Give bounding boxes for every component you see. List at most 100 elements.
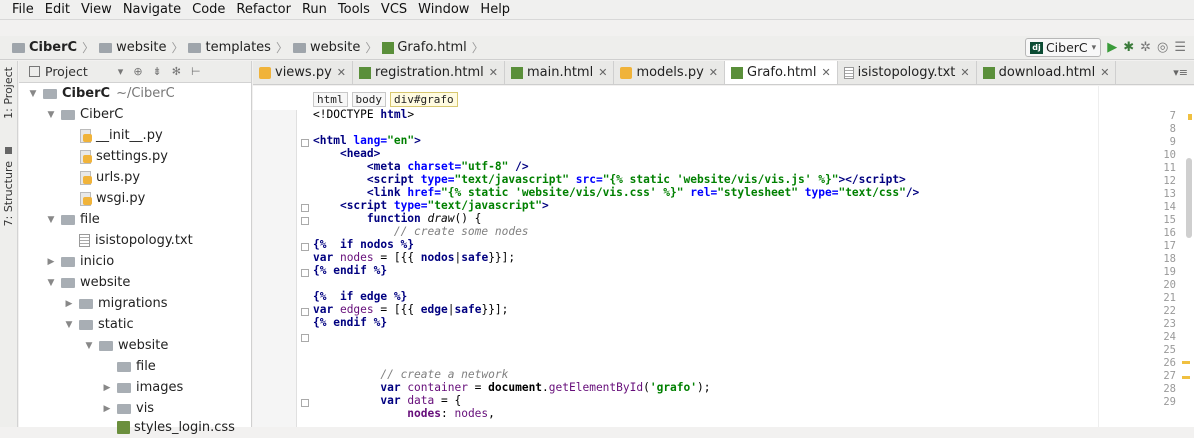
expand-arrow-icon[interactable]: ▼: [63, 320, 75, 330]
tree-item-urls[interactable]: urls.py: [79, 167, 140, 188]
tab-grafo-html[interactable]: Grafo.html ✕: [725, 61, 838, 84]
expand-arrow-icon[interactable]: ▼: [45, 278, 57, 288]
project-tool-tab[interactable]: 1: Project: [2, 67, 15, 119]
tree-item-settings[interactable]: settings.py: [79, 146, 168, 167]
folder-icon: [188, 42, 202, 53]
tree-item-static-file[interactable]: file: [117, 356, 156, 377]
folder-icon: [61, 214, 75, 225]
tree-item-images[interactable]: ▶ images: [101, 377, 184, 398]
tab-isistopology-txt[interactable]: isistopology.txt ✕: [838, 61, 977, 84]
menu-run[interactable]: Run: [302, 2, 327, 17]
collapsed-arrow-icon[interactable]: ▶: [45, 257, 57, 267]
collapse-all-icon[interactable]: ⇟: [153, 65, 162, 78]
tree-item-isistopology[interactable]: isistopology.txt: [79, 230, 193, 251]
fold-marker-icon[interactable]: [301, 204, 309, 212]
fold-marker-icon[interactable]: [301, 139, 309, 147]
warning-marker[interactable]: [1182, 376, 1190, 379]
concurrency-icon[interactable]: ☰: [1174, 40, 1186, 55]
vertical-scrollbar[interactable]: [1186, 158, 1192, 238]
nav-crumb-project[interactable]: CiberC: [12, 40, 77, 55]
expand-arrow-icon[interactable]: ▼: [45, 215, 57, 225]
nav-crumb-templates[interactable]: templates: [188, 40, 271, 55]
warning-marker[interactable]: [1188, 114, 1192, 120]
menu-vcs[interactable]: VCS: [381, 2, 407, 17]
folder-icon: [79, 298, 93, 309]
menu-navigate[interactable]: Navigate: [123, 2, 181, 17]
tree-item-label: isistopology.txt: [95, 233, 193, 248]
close-icon[interactable]: ✕: [1100, 66, 1109, 79]
close-icon[interactable]: ✕: [709, 66, 718, 79]
close-icon[interactable]: ✕: [489, 66, 498, 79]
fold-marker-icon[interactable]: [301, 308, 309, 316]
menu-window[interactable]: Window: [418, 2, 469, 17]
tree-item-vis[interactable]: ▶ vis: [101, 398, 155, 419]
fold-marker-icon[interactable]: [301, 217, 309, 225]
chevron-down-icon: ▾: [1091, 42, 1097, 53]
folder-icon: [99, 42, 113, 53]
coverage-icon[interactable]: ✲: [1140, 40, 1151, 55]
close-icon[interactable]: ✕: [598, 66, 607, 79]
close-icon[interactable]: ✕: [337, 66, 346, 79]
tab-download-html[interactable]: download.html ✕: [977, 61, 1117, 84]
collapsed-arrow-icon[interactable]: ▶: [101, 404, 113, 414]
hide-panel-icon[interactable]: ⊢: [191, 65, 201, 78]
expand-arrow-icon[interactable]: ▼: [27, 89, 39, 99]
breadcrumb-tag-html[interactable]: html: [313, 92, 348, 107]
scroll-from-source-icon[interactable]: ⊕: [133, 65, 142, 78]
tree-item-wsgi[interactable]: wsgi.py: [79, 188, 145, 209]
fold-marker-icon[interactable]: [301, 334, 309, 342]
run-config-select[interactable]: dj CiberC ▾: [1024, 38, 1102, 57]
menu-refactor[interactable]: Refactor: [236, 2, 291, 17]
nav-crumb-website[interactable]: website: [99, 40, 166, 55]
tab-main-html[interactable]: main.html ✕: [505, 61, 615, 84]
tab-views-py[interactable]: views.py ✕: [253, 61, 354, 84]
tree-item-static[interactable]: ▼ static: [63, 314, 134, 335]
nav-crumb-file[interactable]: Grafo.html: [382, 40, 467, 55]
debug-icon[interactable]: ✱: [1123, 40, 1134, 55]
expand-arrow-icon[interactable]: ▼: [83, 341, 95, 351]
tree-item-root[interactable]: ▼ CiberC ~/CiberC: [27, 83, 175, 104]
tree-item-init[interactable]: __init__.py: [79, 125, 163, 146]
menu-code[interactable]: Code: [192, 2, 225, 17]
tree-item-ciberc[interactable]: ▼ CiberC: [45, 104, 124, 125]
menu-help[interactable]: Help: [480, 2, 510, 17]
fold-marker-icon[interactable]: [301, 399, 309, 407]
tree-item-file[interactable]: ▼ file: [45, 209, 100, 230]
tree-item-styles-login[interactable]: styles_login.css: [117, 417, 235, 438]
code-line: var data = {: [380, 394, 462, 407]
breadcrumb-tag-body[interactable]: body: [351, 92, 386, 107]
project-panel-title[interactable]: Project: [45, 64, 88, 79]
tree-item-static-website[interactable]: ▼ website: [83, 335, 169, 356]
breadcrumb-tag-div-grafo[interactable]: div#grafo: [390, 92, 458, 107]
python-file-icon: [79, 170, 92, 185]
warning-marker[interactable]: [1182, 361, 1190, 364]
close-icon[interactable]: ✕: [960, 66, 969, 79]
code-editor[interactable]: html body div#grafo 7 8 9 10 11 12 13 14…: [253, 86, 1194, 427]
run-icon[interactable]: ▶: [1107, 40, 1117, 55]
menu-view[interactable]: View: [81, 2, 112, 17]
css-file-icon: [117, 421, 130, 434]
project-view-icon: [29, 66, 40, 77]
nav-crumb-website-2[interactable]: website: [292, 40, 360, 55]
chevron-right-icon: 〉: [365, 41, 378, 55]
tab-models-py[interactable]: models.py ✕: [614, 61, 725, 84]
tabs-overflow-icon[interactable]: ▾≡: [1173, 66, 1188, 79]
menu-edit[interactable]: Edit: [45, 2, 70, 17]
tree-item-inicio[interactable]: ▶ inicio: [45, 251, 115, 272]
tree-item-website[interactable]: ▼ website: [45, 272, 131, 293]
collapsed-arrow-icon[interactable]: ▶: [63, 299, 75, 309]
chevron-down-icon[interactable]: ▾: [118, 65, 124, 78]
expand-arrow-icon[interactable]: ▼: [45, 110, 57, 120]
profile-icon[interactable]: ◎: [1157, 40, 1168, 55]
fold-marker-icon[interactable]: [301, 243, 309, 251]
fold-marker-icon[interactable]: [301, 269, 309, 277]
menu-tools[interactable]: Tools: [338, 2, 370, 17]
gear-icon[interactable]: ✻: [172, 65, 181, 78]
structure-tool-tab[interactable]: 7: Structure: [2, 161, 15, 226]
tree-item-migrations[interactable]: ▶ migrations: [63, 293, 168, 314]
close-icon[interactable]: ✕: [821, 66, 830, 79]
collapsed-arrow-icon[interactable]: ▶: [101, 383, 113, 393]
run-toolbar: dj CiberC ▾ ▶ ✱ ✲ ◎ ☰: [1024, 38, 1186, 57]
menu-file[interactable]: File: [12, 2, 34, 17]
tab-registration-html[interactable]: registration.html ✕: [353, 61, 505, 84]
